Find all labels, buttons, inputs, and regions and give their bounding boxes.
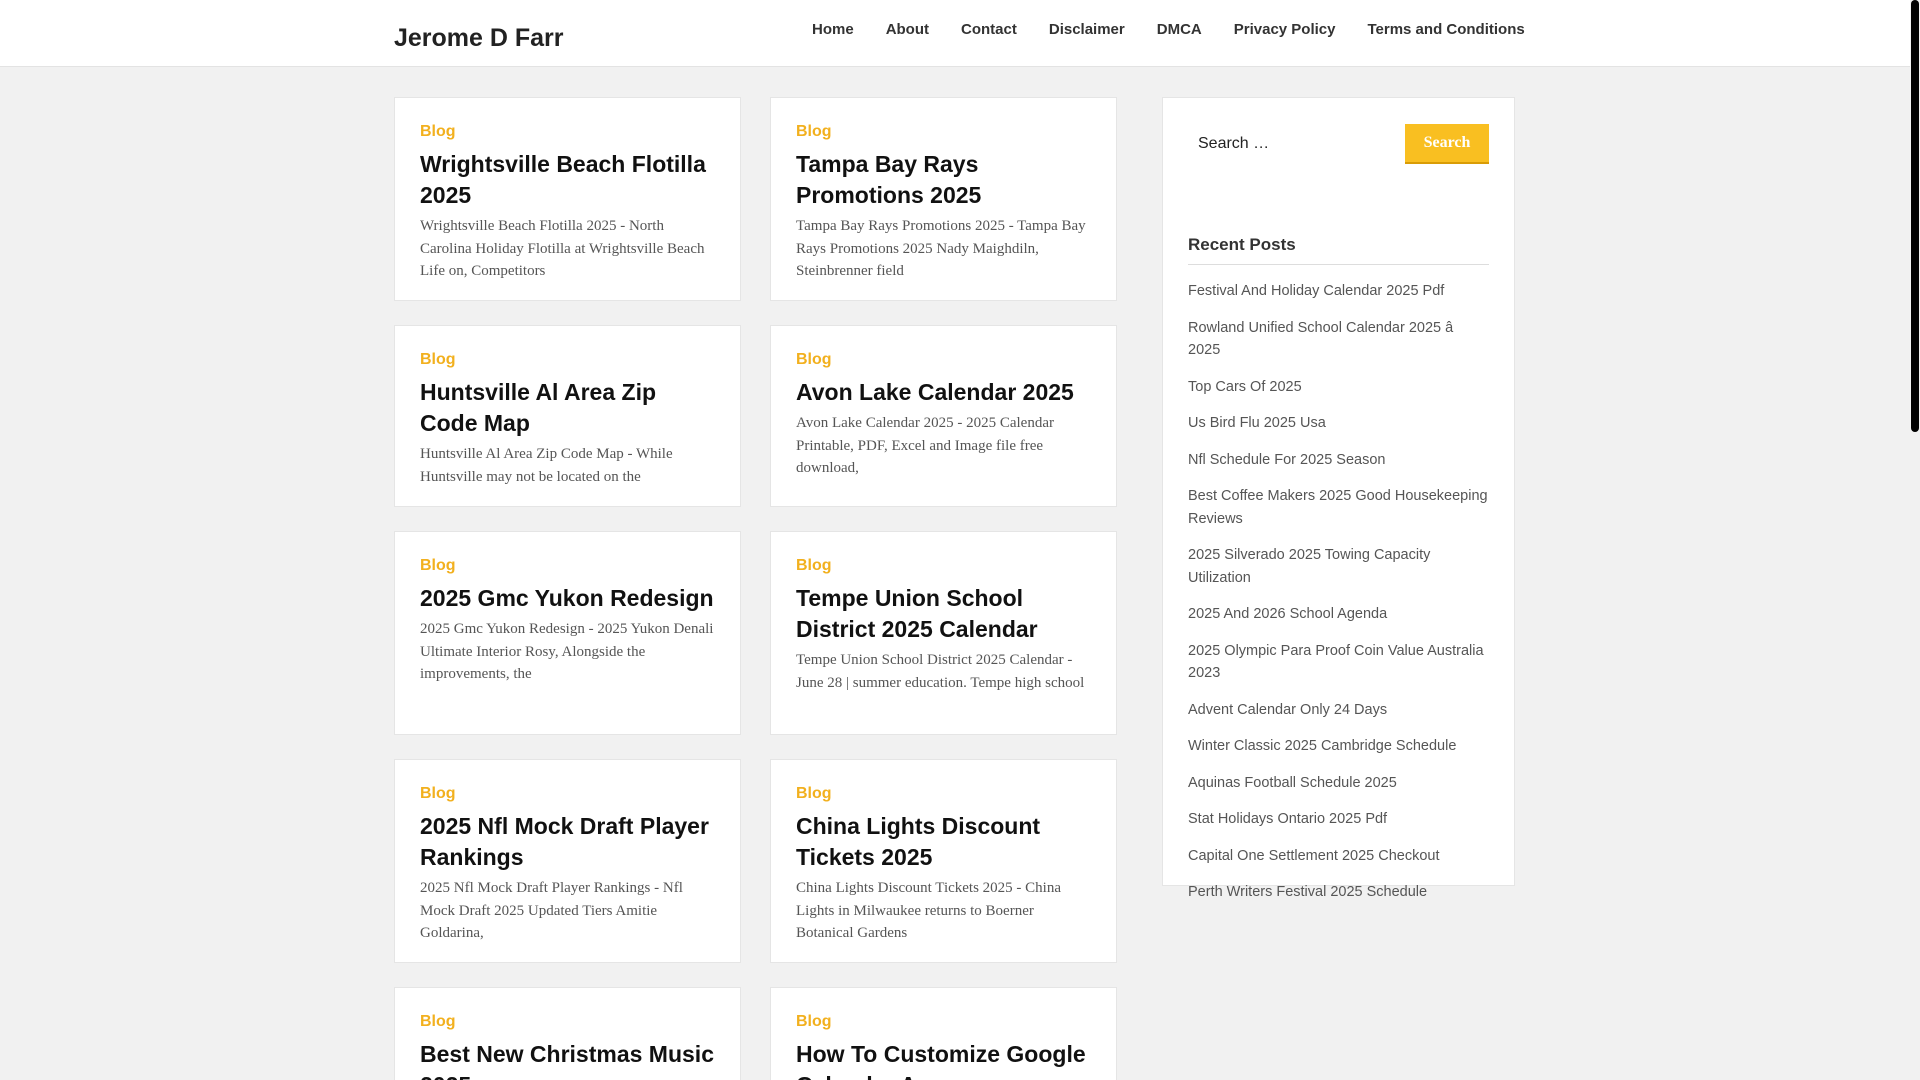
post-card: Blog How To Customize Google Calendar Ap… [770,987,1117,1080]
nav-terms[interactable]: Terms and Conditions [1351,20,1540,40]
recent-post-link[interactable]: Nfl Schedule For 2025 Season [1188,452,1386,468]
nav-about[interactable]: About [870,20,945,40]
post-title[interactable]: Wrightsville Beach Flotilla 2025 [420,149,715,211]
post-title[interactable]: Tempe Union School District 2025 Calenda… [796,583,1091,645]
recent-post-link[interactable]: Perth Writers Festival 2025 Schedule [1188,884,1427,900]
post-excerpt: 2025 Nfl Mock Draft Player Rankings - Nf… [420,880,683,941]
sidebar: Search Recent Posts Festival And Holiday… [1162,97,1515,900]
post-title[interactable]: 2025 Nfl Mock Draft Player Rankings [420,811,715,873]
recent-posts-list: Festival And Holiday Calendar 2025 Pdf R… [1188,273,1489,911]
recent-post-item: 2025 Silverado 2025 Towing Capacity Util… [1188,537,1489,596]
post-category[interactable]: Blog [796,557,1091,575]
post-excerpt: Tampa Bay Rays Promotions 2025 - Tampa B… [796,218,1086,279]
post-title[interactable]: China Lights Discount Tickets 2025 [796,811,1091,873]
post-title[interactable]: Huntsville Al Area Zip Code Map [420,377,715,439]
recent-post-link[interactable]: Best Coffee Makers 2025 Good Housekeepin… [1188,488,1488,527]
post-card: Blog Huntsville Al Area Zip Code Map Hun… [394,325,741,507]
recent-post-item: Aquinas Football Schedule 2025 [1188,765,1489,802]
recent-post-item: Perth Writers Festival 2025 Schedule [1188,874,1489,911]
search-form: Search [1188,123,1489,165]
post-card: Blog China Lights Discount Tickets 2025 … [770,759,1117,963]
recent-post-item: Nfl Schedule For 2025 Season [1188,442,1489,479]
recent-post-link[interactable]: Top Cars Of 2025 [1188,379,1302,395]
post-category[interactable]: Blog [796,123,1091,141]
posts-grid: Blog Wrightsville Beach Flotilla 2025 Wr… [394,97,1118,1080]
search-button[interactable]: Search [1405,124,1489,164]
nav-home[interactable]: Home [796,20,870,40]
recent-post-item: Top Cars Of 2025 [1188,369,1489,406]
post-card: Blog Avon Lake Calendar 2025 Avon Lake C… [770,325,1117,507]
page-scrollbar[interactable] [1910,0,1920,1080]
post-card: Blog Tempe Union School District 2025 Ca… [770,531,1117,735]
recent-post-item: Us Bird Flu 2025 Usa [1188,405,1489,442]
post-category[interactable]: Blog [796,1013,1091,1031]
post-category[interactable]: Blog [796,785,1091,803]
recent-post-link[interactable]: Capital One Settlement 2025 Checkout [1188,848,1439,864]
nav-contact[interactable]: Contact [945,20,1033,40]
recent-post-item: Rowland Unified School Calendar 2025 â 2… [1188,310,1489,369]
post-excerpt: Avon Lake Calendar 2025 - 2025 Calendar … [796,415,1054,476]
post-title[interactable]: Tampa Bay Rays Promotions 2025 [796,149,1091,211]
post-excerpt: Huntsville Al Area Zip Code Map - While … [420,446,673,485]
recent-posts-title: Recent Posts [1188,235,1489,265]
post-card: Blog Wrightsville Beach Flotilla 2025 Wr… [394,97,741,301]
site-title[interactable]: Jerome D Farr [394,24,564,53]
recent-post-item: 2025 And 2026 School Agenda [1188,596,1489,633]
post-title[interactable]: Best New Christmas Music 2025 [420,1039,715,1080]
recent-post-link[interactable]: Rowland Unified School Calendar 2025 â 2… [1188,320,1453,359]
recent-post-link[interactable]: Aquinas Football Schedule 2025 [1188,775,1397,791]
recent-post-item: Festival And Holiday Calendar 2025 Pdf [1188,273,1489,310]
recent-post-link[interactable]: Advent Calendar Only 24 Days [1188,702,1387,718]
search-input[interactable] [1188,124,1405,164]
post-card: Blog 2025 Gmc Yukon Redesign 2025 Gmc Yu… [394,531,741,735]
post-category[interactable]: Blog [420,785,715,803]
post-title[interactable]: How To Customize Google Calendar App [796,1039,1091,1080]
post-title[interactable]: Avon Lake Calendar 2025 [796,377,1091,408]
post-category[interactable]: Blog [420,351,715,369]
recent-post-item: Best Coffee Makers 2025 Good Housekeepin… [1188,478,1489,537]
post-category[interactable]: Blog [420,557,715,575]
recent-post-link[interactable]: Festival And Holiday Calendar 2025 Pdf [1188,283,1444,299]
post-category[interactable]: Blog [796,351,1091,369]
post-excerpt: China Lights Discount Tickets 2025 - Chi… [796,880,1062,941]
recent-post-item: Advent Calendar Only 24 Days [1188,692,1489,729]
post-excerpt: Tempe Union School District 2025 Calenda… [796,652,1085,691]
recent-post-link[interactable]: 2025 Olympic Para Proof Coin Value Austr… [1188,643,1484,682]
site-header: Jerome D Farr Home About Contact Disclai… [0,0,1910,67]
post-card: Blog 2025 Nfl Mock Draft Player Rankings… [394,759,741,963]
post-title[interactable]: 2025 Gmc Yukon Redesign [420,583,715,614]
post-category[interactable]: Blog [420,123,715,141]
recent-post-link[interactable]: Us Bird Flu 2025 Usa [1188,415,1326,431]
post-excerpt: 2025 Gmc Yukon Redesign - 2025 Yukon Den… [420,621,714,682]
recent-post-link[interactable]: 2025 And 2026 School Agenda [1188,606,1387,622]
recent-post-item: Stat Holidays Ontario 2025 Pdf [1188,801,1489,838]
post-card: Blog Best New Christmas Music 2025 [394,987,741,1080]
recent-post-link[interactable]: Stat Holidays Ontario 2025 Pdf [1188,811,1387,827]
recent-post-item: Capital One Settlement 2025 Checkout [1188,838,1489,875]
scrollbar-thumb[interactable] [1911,0,1919,432]
nav-dmca[interactable]: DMCA [1141,20,1218,40]
recent-post-link[interactable]: 2025 Silverado 2025 Towing Capacity Util… [1188,547,1430,586]
nav-disclaimer[interactable]: Disclaimer [1033,20,1141,40]
recent-post-item: 2025 Olympic Para Proof Coin Value Austr… [1188,633,1489,692]
nav-privacy-policy[interactable]: Privacy Policy [1218,20,1352,40]
main-nav: Home About Contact Disclaimer DMCA Priva… [796,20,1541,40]
recent-post-item: Winter Classic 2025 Cambridge Schedule [1188,728,1489,765]
recent-post-link[interactable]: Winter Classic 2025 Cambridge Schedule [1188,738,1456,754]
post-card: Blog Tampa Bay Rays Promotions 2025 Tamp… [770,97,1117,301]
post-excerpt: Wrightsville Beach Flotilla 2025 - North… [420,218,705,279]
post-category[interactable]: Blog [420,1013,715,1031]
